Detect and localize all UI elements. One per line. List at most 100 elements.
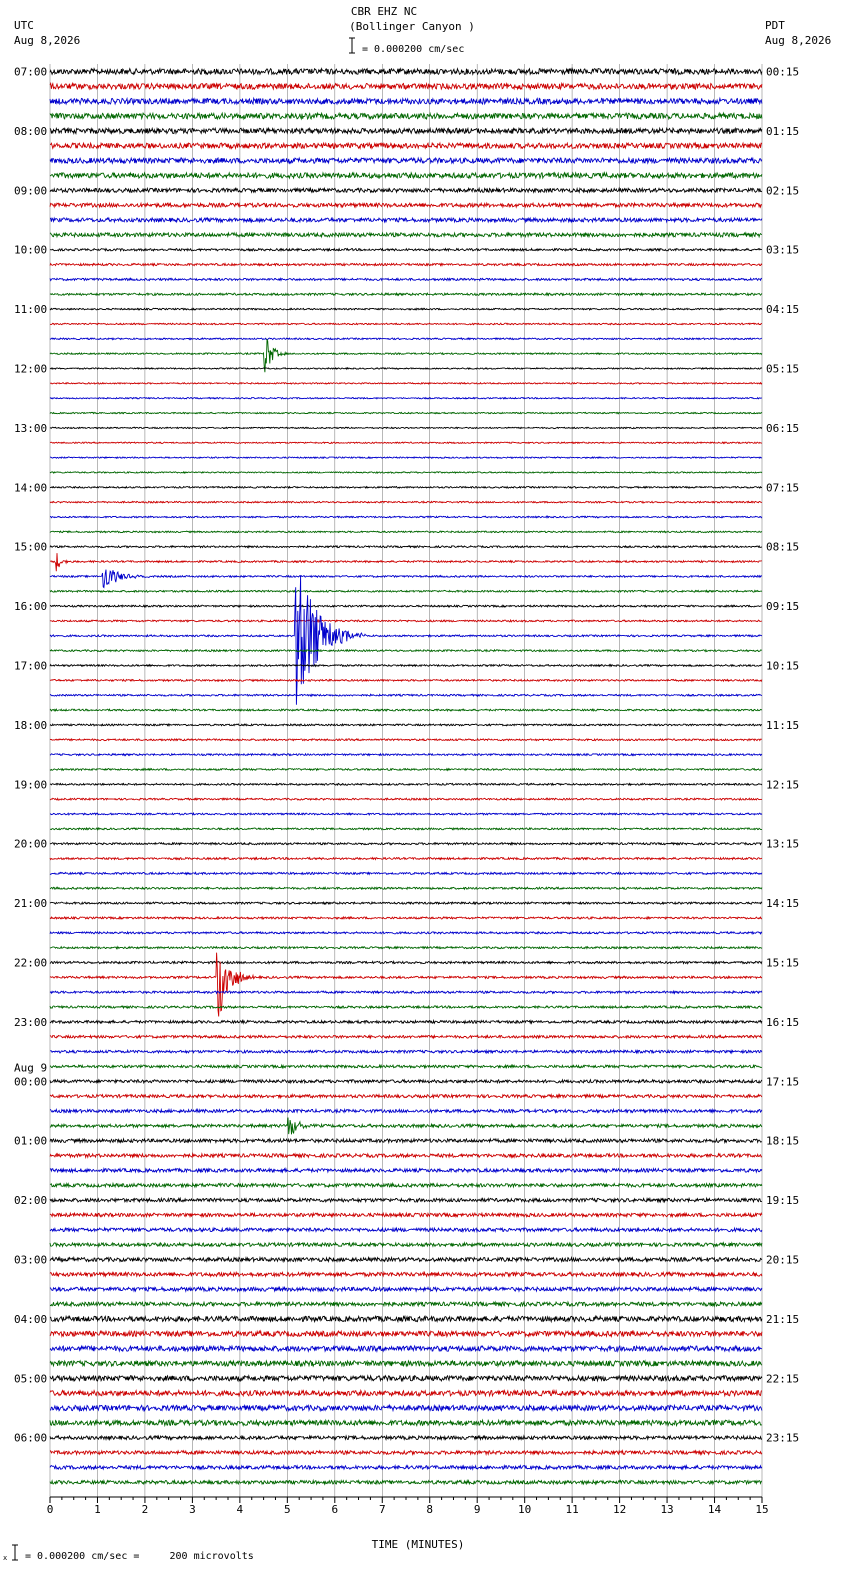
- pdt-label-17: 17:15: [766, 1075, 799, 1088]
- trace-75: [49, 1181, 763, 1189]
- trace-89: [49, 1388, 763, 1398]
- trace-54: [49, 871, 763, 876]
- x-tick-label-8: 8: [426, 1503, 433, 1516]
- utc-label-16: 23:00: [14, 1016, 47, 1029]
- trace-73: [49, 1152, 763, 1160]
- pdt-label-9: 09:15: [766, 600, 799, 613]
- pdt-label-4: 04:15: [766, 303, 799, 316]
- trace-91: [49, 1418, 763, 1428]
- trace-21: [49, 381, 763, 385]
- utc-label-20: 03:00: [14, 1254, 47, 1267]
- trace-17: [49, 322, 762, 326]
- trace-29: [49, 500, 763, 504]
- trace-3: [49, 111, 763, 121]
- trace-52: [49, 841, 763, 846]
- trace-25: [49, 441, 763, 445]
- trace-56: [49, 900, 763, 906]
- trace-62: [49, 989, 763, 995]
- footer-scale-icon: x: [3, 1544, 18, 1562]
- utc-label-0: 07:00: [14, 66, 47, 79]
- pdt-label-6: 06:15: [766, 422, 799, 435]
- trace-51: [49, 826, 762, 831]
- trace-83: [49, 1300, 763, 1308]
- trace-15: [49, 291, 763, 297]
- trace-84: [49, 1314, 763, 1324]
- right-timezone: PDT: [765, 19, 785, 32]
- trace-5: [49, 141, 763, 150]
- x-tick-label-14: 14: [708, 1503, 722, 1516]
- trace-40: [49, 663, 763, 668]
- x-axis-title: TIME (MINUTES): [372, 1538, 465, 1551]
- trace-92: [49, 1434, 763, 1442]
- pdt-label-0: 00:15: [766, 66, 799, 79]
- trace-49: [49, 797, 763, 802]
- station-location: (Bollinger Canyon ): [349, 20, 475, 33]
- scale-label: = 0.000200 cm/sec: [362, 44, 464, 55]
- trace-77: [49, 1211, 763, 1219]
- trace-46: [49, 752, 763, 757]
- trace-4: [49, 126, 763, 136]
- utc-label-8: 15:00: [14, 541, 47, 554]
- trace-69: [49, 1093, 763, 1100]
- trace-45: [49, 737, 763, 742]
- x-tick-label-7: 7: [379, 1503, 386, 1516]
- trace-70: [49, 1107, 763, 1115]
- trace-67: [49, 1063, 763, 1070]
- utc-label-5: 12:00: [14, 363, 47, 376]
- trace-19: [49, 338, 763, 373]
- x-tick-label-9: 9: [474, 1503, 481, 1516]
- trace-7: [49, 171, 763, 180]
- trace-71: [49, 1117, 763, 1135]
- station-title: CBR EHZ NC: [351, 5, 417, 18]
- utc-label-7: 14:00: [14, 481, 47, 494]
- trace-63: [49, 1004, 763, 1010]
- pdt-label-18: 18:15: [766, 1135, 799, 1148]
- trace-50: [49, 811, 763, 816]
- trace-34: [49, 569, 763, 589]
- x-tick-label-12: 12: [613, 1503, 626, 1516]
- pdt-label-12: 12:15: [766, 778, 799, 791]
- x-tick-label-10: 10: [518, 1503, 531, 1516]
- x-tick-label-11: 11: [566, 1503, 579, 1516]
- utc-label-10: 17:00: [14, 660, 47, 673]
- pdt-label-13: 13:15: [766, 838, 799, 851]
- utc-label-11: 18:00: [14, 719, 47, 732]
- trace-10: [49, 216, 763, 224]
- trace-79: [49, 1241, 763, 1248]
- trace-13: [49, 262, 763, 267]
- trace-80: [49, 1255, 763, 1264]
- trace-59: [49, 945, 763, 950]
- pdt-label-16: 16:15: [766, 1016, 799, 1029]
- utc-hour-labels: 07:00 08:00 09:00 10:00 11:00 12:00 13:00 14:00…: [14, 66, 47, 1445]
- trace-60: [49, 959, 763, 965]
- footer-scale-note: = 0.000200 cm/sec = 200 microvolts: [25, 1551, 254, 1562]
- date-change-label: Aug 9: [14, 1061, 47, 1074]
- trace-27: [49, 470, 763, 475]
- trace-16: [49, 307, 763, 311]
- trace-6: [49, 156, 763, 165]
- trace-85: [49, 1329, 763, 1339]
- trace-37: [49, 618, 763, 623]
- utc-label-6: 13:00: [14, 422, 47, 435]
- trace-22: [49, 396, 763, 400]
- x-tick-label-13: 13: [660, 1503, 673, 1516]
- right-date: Aug 8,2026: [765, 34, 831, 47]
- pdt-label-19: 19:15: [766, 1194, 799, 1207]
- x-tick-label-2: 2: [142, 1503, 149, 1516]
- pdt-label-22: 22:15: [766, 1372, 799, 1385]
- pdt-label-1: 01:15: [766, 125, 799, 138]
- trace-36: [49, 604, 763, 609]
- trace-55: [49, 886, 763, 891]
- trace-39: [49, 648, 763, 653]
- utc-label-23: 06:00: [14, 1432, 47, 1445]
- trace-1: [49, 81, 763, 91]
- utc-label-21: 04:00: [14, 1313, 47, 1326]
- x-tick-label-3: 3: [189, 1503, 196, 1516]
- trace-48: [49, 782, 763, 787]
- pdt-label-2: 02:15: [766, 184, 799, 197]
- trace-93: [49, 1449, 763, 1457]
- x-tick-label-0: 0: [47, 1503, 54, 1516]
- utc-label-19: 02:00: [14, 1194, 47, 1207]
- x-tick-label-15: 15: [755, 1503, 768, 1516]
- pdt-label-11: 11:15: [766, 719, 799, 732]
